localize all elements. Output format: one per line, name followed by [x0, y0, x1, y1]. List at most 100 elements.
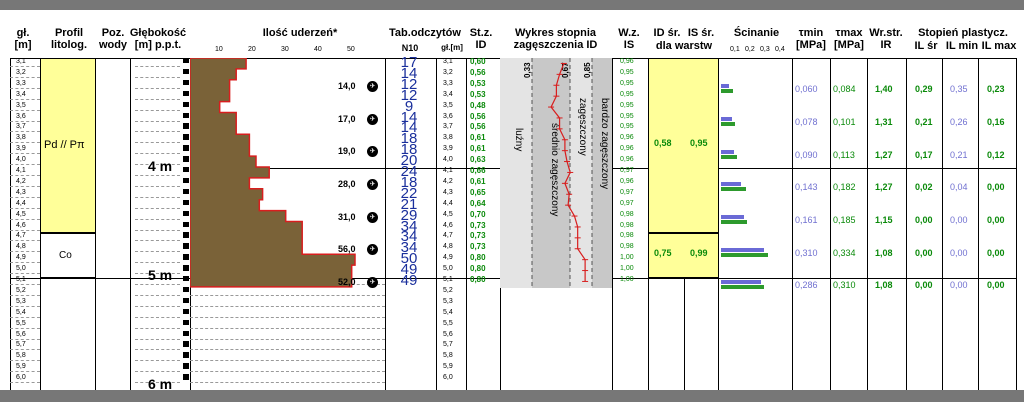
threshold-label: 0,33	[523, 62, 532, 78]
depth-ruler-segment	[183, 265, 189, 271]
depth-dash	[10, 251, 40, 253]
id-value: 0,53	[470, 78, 486, 88]
depth-dash	[135, 120, 180, 122]
density-band	[500, 58, 532, 288]
depth-label: 3,5	[16, 101, 26, 109]
depth-label: 4,6	[16, 221, 26, 229]
is-value: 0,95	[620, 123, 634, 131]
depth-dash	[135, 371, 180, 373]
depth-dash	[10, 349, 40, 351]
header-glm: gł.[m]	[441, 43, 463, 52]
is-value: 0,98	[620, 210, 634, 218]
reading-depth: 4,0	[443, 156, 453, 164]
shear-ir-value: 1,08	[875, 247, 893, 258]
depth-label: 5,8	[16, 352, 26, 360]
depth-ruler-segment	[183, 308, 189, 315]
depth-ruler-segment	[183, 156, 189, 162]
shear-ilsr-value: 0,21	[915, 116, 933, 127]
is-value: 0,97	[620, 188, 634, 196]
reading-depth: 5,1	[443, 276, 453, 283]
shear-tmin-bar	[721, 215, 744, 220]
header-glebokosc: Głębokość [m] p.p.t.	[129, 27, 187, 51]
header-wody: Poz. wody	[98, 27, 128, 51]
depth-label: 5,6	[16, 330, 26, 338]
id-value: 0,56	[470, 67, 486, 77]
id-value: 0,63	[470, 155, 486, 165]
id-value: 0,64	[470, 198, 486, 208]
is-value: 0,95	[620, 79, 634, 87]
blow-scale-tick: 40	[314, 46, 322, 53]
depth-ruler-segment	[183, 243, 189, 249]
shear-tmin-value: 0,078	[795, 116, 818, 127]
is-value: 1,00	[620, 254, 634, 262]
is-value: 0,96	[620, 177, 634, 185]
reading-depth: 5,0	[443, 265, 453, 273]
depth-ruler-segment	[183, 363, 189, 369]
reading-depth: 3,8	[443, 134, 453, 142]
depth-label: 6,0	[16, 374, 26, 382]
threshold-label: 0,67	[561, 62, 570, 78]
hammer-icon: ✈	[367, 277, 378, 288]
hammer-icon: ✈	[367, 211, 378, 223]
reading-depth: 4,1	[443, 167, 453, 174]
depth-label: 4,2	[16, 177, 26, 185]
depth-label: 3,6	[16, 112, 26, 120]
depth-dash	[10, 66, 40, 67]
depth-label: 3,7	[16, 123, 26, 131]
header-idsr: ID śr.	[653, 27, 681, 39]
depth-ruler-segment	[183, 145, 189, 151]
depth-dash	[135, 196, 180, 198]
depth-dash	[10, 98, 40, 100]
depth-dash	[10, 371, 40, 373]
id-value: 0,53	[470, 89, 486, 99]
depth-dash	[135, 327, 180, 329]
depth-ruler-segment	[183, 374, 189, 380]
is-value: 1,00	[620, 276, 634, 283]
shear-ir-value: 1,31	[875, 116, 893, 127]
depth-label: 5,1	[16, 276, 26, 283]
layer-avg-id-1: 0,58	[654, 138, 672, 148]
depth-ruler-segment	[183, 199, 189, 206]
shear-tmin-value: 0,090	[795, 149, 818, 160]
shear-ilsr-value: 0,29	[915, 84, 933, 95]
shear-ilmax-value: 0,00	[987, 215, 1005, 226]
depth-label: 5,4	[16, 308, 26, 316]
shear-tmax-value: 0,185	[833, 215, 856, 226]
blow-depth-label: 31,0	[338, 211, 356, 222]
shear-tmin-value: 0,286	[795, 280, 818, 291]
reading-depth: 3,4	[443, 90, 453, 98]
reading-depth: 3,7	[443, 123, 453, 131]
density-label: zagęszczony	[577, 98, 588, 156]
hammer-icon: ✈	[367, 80, 378, 92]
depth-label: 4,8	[16, 243, 26, 251]
depth-dash	[135, 294, 180, 296]
id-value: 0,61	[470, 176, 486, 186]
shear-tmin-bar	[721, 280, 762, 285]
id-value: 0,56	[470, 111, 486, 121]
reading-depth: 3,9	[443, 145, 453, 153]
blow-depth-label: 28,0	[338, 178, 356, 189]
depth-dash	[10, 229, 40, 231]
reading-depth: 4,9	[443, 254, 453, 262]
shear-ir-value: 1,27	[875, 182, 893, 193]
depth-big-mark: 5 m	[148, 266, 173, 283]
depth-ruler-segment	[183, 188, 189, 195]
depth-label: 5,2	[16, 286, 26, 294]
depth-label: 4,0	[16, 156, 26, 164]
depth-ruler-segment	[183, 112, 189, 118]
depth-ruler-segment	[183, 232, 189, 238]
is-value: 0,97	[620, 167, 634, 174]
depth-ruler-segment	[183, 276, 189, 282]
id-value: 0,73	[470, 242, 486, 252]
reading-depth: 4,6	[443, 221, 453, 229]
header-gl: gł. [m]	[14, 27, 32, 51]
depth-ruler-segment	[183, 286, 189, 293]
depth-dash	[135, 98, 180, 100]
depth-label: 3,9	[16, 145, 26, 153]
blow-scale-tick: 30	[281, 46, 289, 53]
is-value: 0,98	[620, 232, 634, 240]
hammer-icon: ✈	[367, 178, 378, 190]
reading-depth: 3,3	[443, 79, 453, 87]
depth-dash	[10, 316, 40, 318]
layer-label: Pd // Pπ	[44, 139, 85, 151]
